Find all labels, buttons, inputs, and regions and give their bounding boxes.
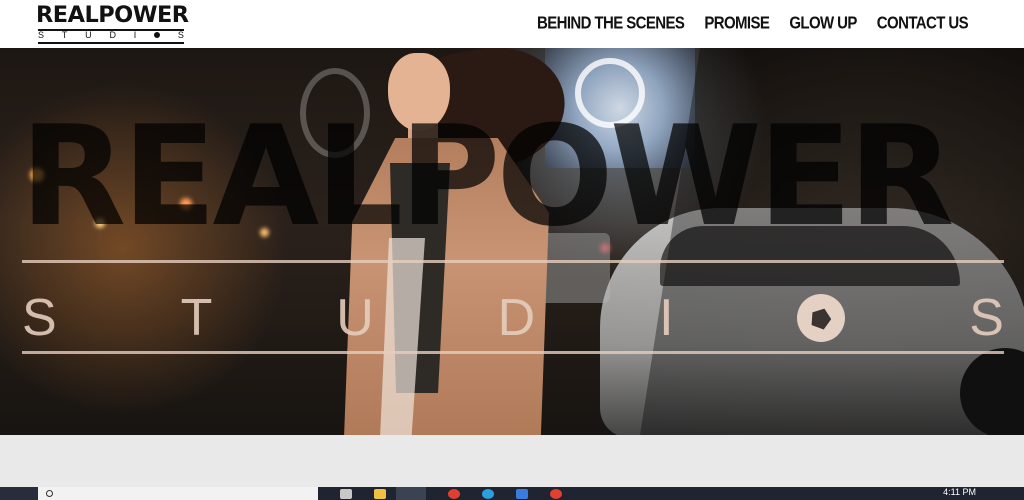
- site-header: REALPOWER S T U D I S BEHIND THE SCENES …: [0, 0, 1024, 48]
- hero-rule-bottom: [22, 351, 1004, 354]
- taskbar-search[interactable]: [38, 487, 318, 500]
- hero-studios: S T U D I S: [22, 288, 1004, 348]
- main-nav: BEHIND THE SCENES PROMISE GLOW UP CONTAC…: [537, 13, 969, 36]
- nav-contact-us[interactable]: CONTACT US: [877, 13, 969, 36]
- start-button[interactable]: [0, 487, 38, 500]
- site-logo[interactable]: REALPOWER S T U D I S: [36, 3, 189, 44]
- app-icon[interactable]: [550, 488, 562, 499]
- studios-letter: U: [336, 289, 374, 347]
- studios-letter: D: [497, 289, 536, 347]
- windows-taskbar: 4:11 PM: [0, 487, 1024, 500]
- hero-rule-top: [22, 260, 1004, 263]
- nav-behind-the-scenes[interactable]: BEHIND THE SCENES: [537, 13, 685, 36]
- active-app-icon[interactable]: [396, 487, 426, 500]
- task-view-icon[interactable]: [340, 488, 352, 499]
- studios-letter: S: [969, 289, 1004, 347]
- taskbar-clock[interactable]: 4:11 PM: [943, 487, 976, 497]
- logo-letter: S: [38, 30, 45, 40]
- mail-icon[interactable]: [516, 488, 528, 499]
- nav-glow-up[interactable]: GLOW UP: [789, 13, 857, 36]
- hero-wordmark: REALPOWER: [20, 96, 954, 257]
- logo-subtitle: S T U D I S: [36, 30, 186, 40]
- logo-lens-icon: [154, 32, 161, 38]
- edge-icon[interactable]: [482, 488, 494, 499]
- nav-promise[interactable]: PROMISE: [704, 13, 770, 36]
- studios-letter: T: [180, 289, 213, 347]
- logo-letter: I: [133, 30, 137, 40]
- chrome-icon[interactable]: [448, 488, 460, 499]
- hero-video[interactable]: REALPOWER S T U D I S: [0, 48, 1024, 435]
- search-icon: [46, 490, 53, 497]
- camera-lens-icon: [797, 294, 846, 342]
- logo-letter: S: [177, 30, 184, 40]
- page-footer-band: [0, 435, 1024, 487]
- studios-letter: I: [659, 289, 674, 347]
- logo-letter: U: [85, 30, 92, 40]
- logo-wordmark: REALPOWER: [36, 3, 189, 28]
- page: REALPOWER S T U D I S BEHIND THE SCENES …: [0, 0, 1024, 500]
- logo-rule-bottom: [38, 42, 184, 44]
- file-explorer-icon[interactable]: [374, 488, 386, 499]
- logo-letter: T: [61, 30, 68, 40]
- studios-letter: S: [22, 289, 57, 347]
- logo-letter: D: [109, 30, 116, 40]
